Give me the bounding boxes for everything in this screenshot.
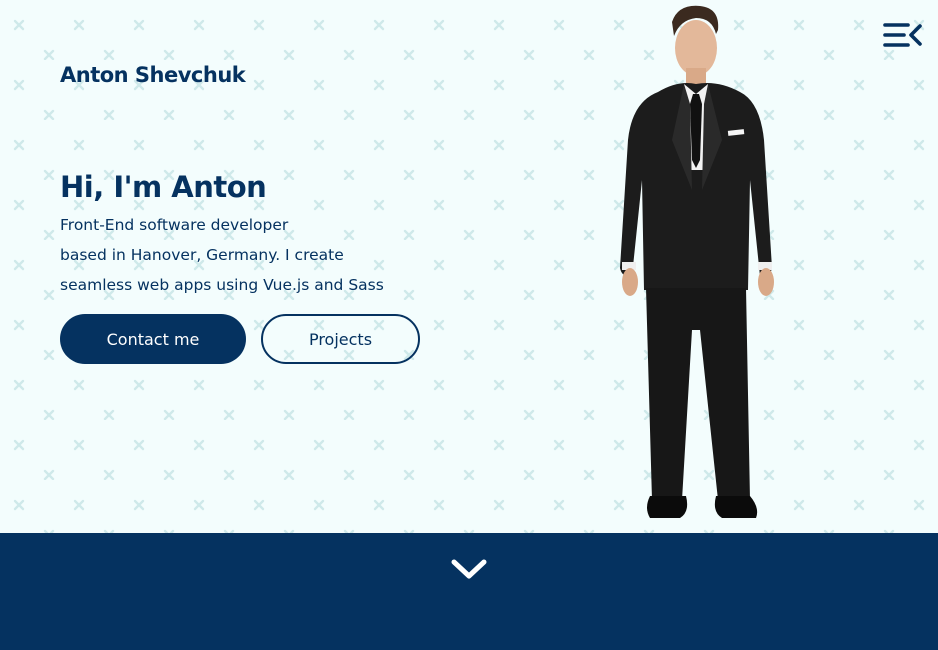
intro-line: seamless web apps using Vue.js and Sass xyxy=(60,276,384,294)
intro-line: Front-End software developer xyxy=(60,216,289,234)
menu-collapse-icon xyxy=(883,23,922,47)
intro-line: based in Hanover, Germany. I create xyxy=(60,246,344,264)
projects-button[interactable]: Projects xyxy=(261,314,420,364)
brand-name[interactable]: Anton Shevchuk xyxy=(60,63,246,87)
scroll-down-button[interactable] xyxy=(450,557,488,581)
hero-headline: Hi, I'm Anton xyxy=(60,170,267,204)
bottom-band xyxy=(0,533,938,650)
hero-section: Anton Shevchuk Hi, I'm Anton Front-End s… xyxy=(0,0,938,533)
chevron-down-icon xyxy=(451,559,487,579)
portrait-image xyxy=(620,5,774,518)
menu-button[interactable] xyxy=(882,22,924,50)
hero-intro: Front-End software developer based in Ha… xyxy=(60,210,440,300)
contact-me-button[interactable]: Contact me xyxy=(60,314,246,364)
